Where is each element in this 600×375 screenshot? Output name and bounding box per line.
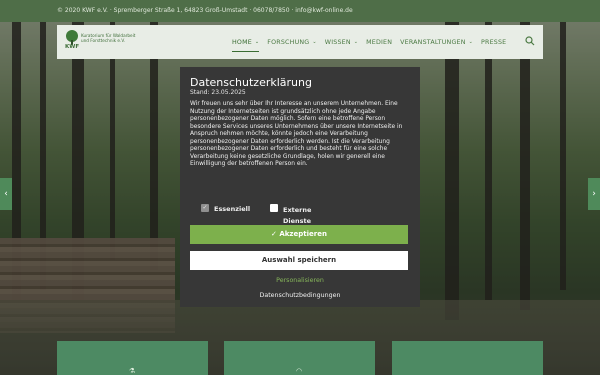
chevron-right-icon: › [592,189,596,199]
nav-item-forschung[interactable]: FORSCHUNG ⌄ [267,25,316,59]
nav-item-home[interactable]: HOME ⌄ [232,25,260,59]
personalize-link[interactable]: Personalisieren [180,277,420,284]
external-services-label: Externe Dienste [283,206,312,225]
nav-label-presse: PRESSE [481,38,507,46]
nav-item-wissen[interactable]: WISSEN ⌄ [325,25,358,59]
logo-text: Kuratorium für Waldarbeit und Forsttechn… [81,33,136,43]
consent-options: ✓ Essenziell Externe Dienste [180,203,420,225]
privacy-consent-modal: Datenschutzerklärung Stand: 23.05.2025 W… [180,67,420,307]
essential-label: Essenziell [214,205,251,213]
chevron-down-icon: ⌄ [468,39,474,45]
chevron-down-icon: ⌄ [353,39,359,45]
flask-icon: ⚗ [129,367,136,375]
nav-item-veranstaltungen[interactable]: VERANSTALTUNGEN ⌄ [400,25,473,59]
feature-tile-1[interactable]: ⚗ [57,341,208,375]
nav-item-medien[interactable]: MEDIEN [366,25,392,59]
modal-date: Stand: 23.05.2025 [190,89,246,96]
privacy-policy-link[interactable]: Datenschutzbedingungen [180,292,420,299]
logo-short: KWF [65,44,80,50]
essential-checkbox[interactable]: ✓ [201,204,209,212]
nav-label-home: HOME [232,38,252,46]
save-selection-button[interactable]: Auswahl speichern [190,251,408,270]
site-header: KWF Kuratorium für Waldarbeit und Forstt… [57,25,543,59]
nav-label-wissen: WISSEN [324,38,351,46]
slider-prev-button[interactable]: ‹ [0,178,12,210]
nav-label-forschung: FORSCHUNG [267,38,310,46]
modal-body-text: Wir freuen uns sehr über Ihr Interesse a… [190,101,403,168]
site-logo[interactable]: KWF Kuratorium für Waldarbeit und Forstt… [65,30,135,54]
nav-item-presse[interactable]: PRESSE [481,25,506,59]
signal-icon: ◠ [296,367,303,375]
chevron-down-icon: ⌄ [254,39,260,45]
top-info-bar: © 2020 KWF e.V. · Spremberger Straße 1, … [0,0,600,22]
slider-next-button[interactable]: › [588,178,600,210]
checkmark-icon: ✓ [202,204,208,211]
chevron-left-icon: ‹ [4,189,8,199]
external-services-checkbox[interactable] [270,204,278,212]
feature-tile-2[interactable]: ◠ [224,341,375,375]
contact-info: © 2020 KWF e.V. · Spremberger Straße 1, … [57,7,353,14]
chevron-down-icon: ⌄ [312,39,317,45]
accept-button[interactable]: ✓ Akzeptieren [190,225,408,244]
main-navigation: HOME ⌄ FORSCHUNG ⌄ WISSEN ⌄ MEDIEN VERAN… [232,25,514,59]
nav-label-medien: MEDIEN [366,38,393,46]
nav-label-veranstaltungen: VERANSTALTUNGEN [400,38,466,46]
modal-title: Datenschutzerklärung [190,76,312,89]
search-icon[interactable] [525,36,535,46]
feature-tile-3[interactable] [392,341,543,375]
